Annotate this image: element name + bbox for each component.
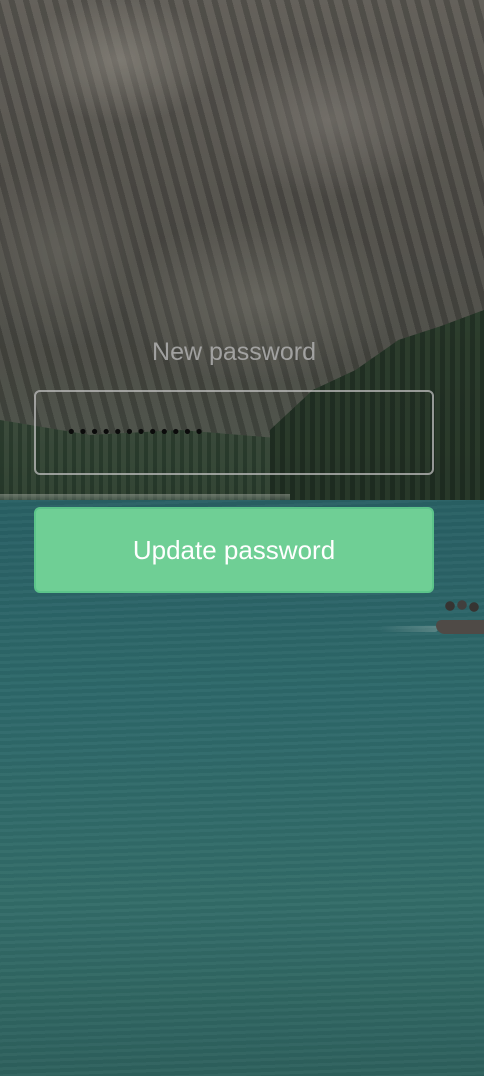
- update-password-form: New password •••••••••••• Update passwor…: [34, 330, 434, 593]
- new-password-input[interactable]: ••••••••••••: [34, 390, 434, 475]
- password-masked-value: ••••••••••••: [66, 422, 206, 443]
- app-screen: New password •••••••••••• Update passwor…: [0, 0, 484, 1076]
- new-password-label: New password: [152, 338, 316, 366]
- update-password-button[interactable]: Update password: [34, 507, 434, 593]
